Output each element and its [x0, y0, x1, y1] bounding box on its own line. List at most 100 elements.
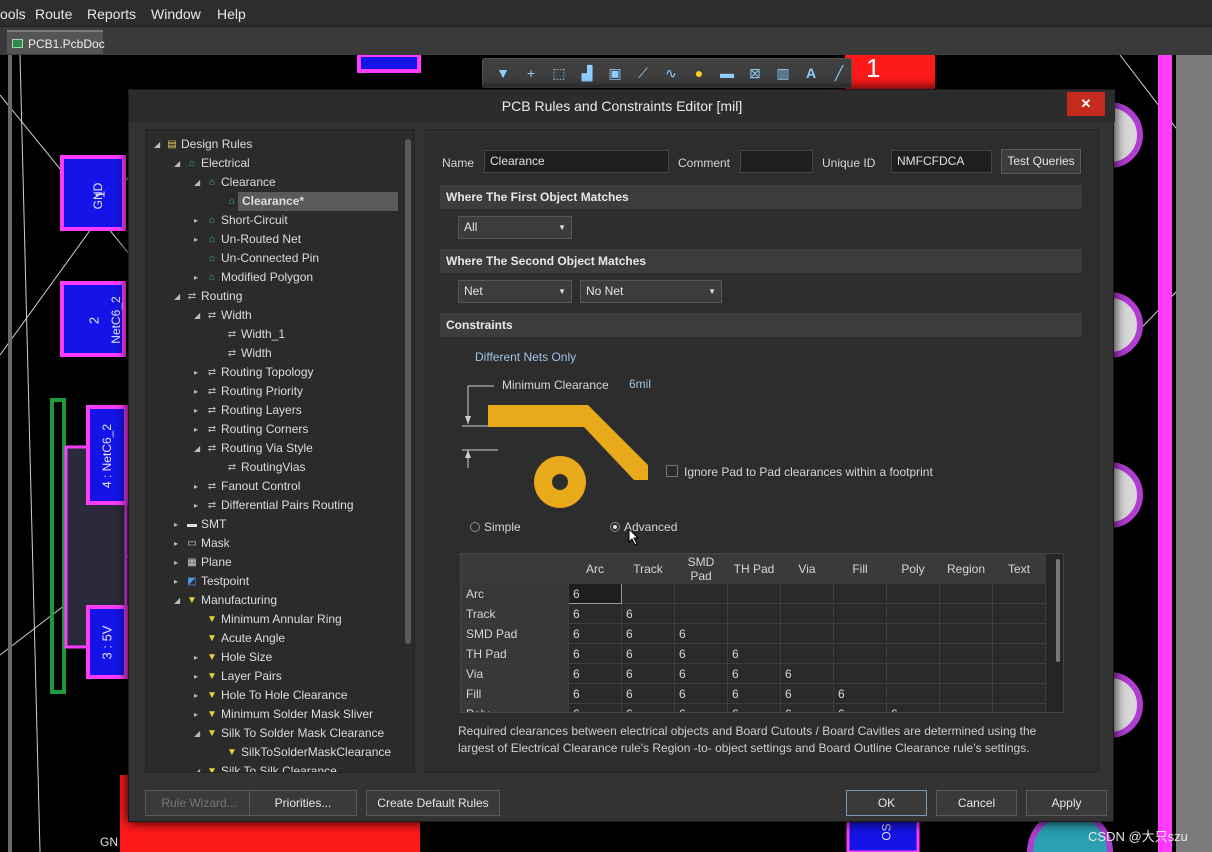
matrix-cell[interactable]	[939, 643, 993, 664]
matrix-cell[interactable]	[886, 643, 940, 664]
unique-id-field[interactable]: NMFCFDCA	[891, 150, 992, 173]
ignore-pad-checkbox[interactable]	[666, 465, 678, 477]
create-default-rules-button[interactable]: Create Default Rules	[366, 790, 500, 816]
net-scope-link[interactable]: Different Nets Only	[475, 350, 576, 364]
tree-item[interactable]: ▼ Minimum Annular Ring	[146, 610, 404, 629]
collapse-arrow-icon[interactable]: ▸	[194, 648, 198, 667]
tree-item[interactable]: ◢ ▼ Silk To Silk Clearance	[146, 762, 404, 772]
tree-item[interactable]: ◢ ⌂ Electrical	[146, 154, 404, 173]
matrix-cell[interactable]: 6	[621, 643, 675, 664]
expand-arrow-icon[interactable]: ◢	[194, 724, 200, 743]
select-rect-icon[interactable]: ⬚	[547, 62, 571, 84]
expand-arrow-icon[interactable]: ◢	[174, 591, 180, 610]
matrix-cell[interactable]: 6	[674, 643, 728, 664]
pcb-pad-1[interactable]: 1 GND	[60, 155, 126, 231]
matrix-cell[interactable]: 6	[568, 583, 622, 604]
tree-item[interactable]: ▸ ▦ Plane	[146, 553, 404, 572]
graph-icon[interactable]: ▥	[771, 62, 795, 84]
matrix-cell[interactable]: 6	[621, 683, 675, 704]
test-queries-button[interactable]: Test Queries	[1001, 149, 1081, 174]
matrix-cell[interactable]	[833, 643, 887, 664]
chip-icon[interactable]: ▣	[603, 62, 627, 84]
matrix-cell[interactable]	[939, 583, 993, 604]
matrix-cell[interactable]	[621, 583, 675, 604]
matrix-cell[interactable]	[992, 683, 1046, 704]
comment-field[interactable]	[740, 150, 813, 173]
collapse-arrow-icon[interactable]: ▸	[194, 211, 198, 230]
menu-window[interactable]: Window	[151, 6, 201, 22]
menu-help[interactable]: Help	[217, 6, 246, 22]
name-field[interactable]: Clearance	[484, 150, 669, 173]
tree-item[interactable]: ◢ ▼ Manufacturing	[146, 591, 404, 610]
matrix-cell[interactable]	[992, 623, 1046, 644]
collapse-arrow-icon[interactable]: ▸	[174, 572, 178, 591]
matrix-cell[interactable]	[780, 603, 834, 624]
expand-arrow-icon[interactable]: ◢	[194, 762, 200, 772]
matrix-cell[interactable]: 6	[568, 663, 622, 684]
expand-arrow-icon[interactable]: ◢	[174, 154, 180, 173]
tree-item[interactable]: ▼ SilkToSolderMaskClearance	[146, 743, 404, 762]
tree-item[interactable]: ▸ ▼ Hole Size	[146, 648, 404, 667]
collapse-arrow-icon[interactable]: ▸	[194, 363, 198, 382]
matrix-cell[interactable]	[886, 683, 940, 704]
tree-item[interactable]: ◢ ▼ Silk To Solder Mask Clearance	[146, 724, 404, 743]
tree-item[interactable]: ◢ ▤ Design Rules	[146, 135, 404, 154]
tree-item[interactable]: ⇄ Width	[146, 344, 404, 363]
expand-arrow-icon[interactable]: ◢	[194, 306, 200, 325]
matrix-cell[interactable]: 6	[568, 683, 622, 704]
tree-item[interactable]: ▸ ⌂ Un-Routed Net	[146, 230, 404, 249]
apply-button[interactable]: Apply	[1026, 790, 1107, 816]
matrix-cell[interactable]: 6	[621, 603, 675, 624]
tree-item[interactable]: ⌂ Un-Connected Pin	[146, 249, 404, 268]
collapse-arrow-icon[interactable]: ▸	[194, 477, 198, 496]
tree-item[interactable]: ▸ ⌂ Modified Polygon	[146, 268, 404, 287]
second-object-type-combo[interactable]: Net ▼	[458, 280, 572, 303]
collapse-arrow-icon[interactable]: ▸	[174, 534, 178, 553]
matrix-cell[interactable]: 6	[833, 683, 887, 704]
matrix-cell[interactable]	[992, 643, 1046, 664]
matrix-cell[interactable]: 6	[568, 643, 622, 664]
matrix-cell[interactable]	[886, 623, 940, 644]
close-button[interactable]: ✕	[1067, 92, 1105, 116]
matrix-cell[interactable]	[674, 603, 728, 624]
cancel-button[interactable]: Cancel	[936, 790, 1017, 816]
first-object-combo[interactable]: All ▼	[458, 216, 572, 239]
matrix-cell[interactable]: 6	[674, 663, 728, 684]
clearance-matrix[interactable]: Arc Track SMD Pad TH Pad Via Fill Poly Region Te…	[460, 553, 1064, 713]
matrix-cell[interactable]	[939, 663, 993, 684]
tree-item[interactable]: ▸ ▭ Mask	[146, 534, 404, 553]
collapse-arrow-icon[interactable]: ▸	[194, 230, 198, 249]
collapse-arrow-icon[interactable]: ▸	[194, 686, 198, 705]
matrix-scrollbar[interactable]	[1056, 559, 1060, 662]
matrix-cell[interactable]: 6	[568, 703, 622, 712]
collapse-arrow-icon[interactable]: ▸	[194, 667, 198, 686]
tree-item[interactable]: ▼ Acute Angle	[146, 629, 404, 648]
tree-item[interactable]: ▸ ▬ SMT	[146, 515, 404, 534]
expand-arrow-icon[interactable]: ◢	[194, 173, 200, 192]
matrix-cell[interactable]	[727, 603, 781, 624]
simple-radio[interactable]	[470, 522, 480, 532]
advanced-radio[interactable]	[610, 522, 620, 532]
matrix-cell[interactable]: 6	[727, 663, 781, 684]
menu-route[interactable]: Route	[35, 6, 72, 22]
expand-arrow-icon[interactable]: ◢	[174, 287, 180, 306]
matrix-cell[interactable]	[992, 603, 1046, 624]
matrix-cell[interactable]: 6	[833, 703, 887, 712]
matrix-cell[interactable]: 6	[621, 703, 675, 712]
collapse-arrow-icon[interactable]: ▸	[194, 496, 198, 515]
tree-item[interactable]: ▸ ▼ Layer Pairs	[146, 667, 404, 686]
matrix-cell[interactable]: 6	[727, 683, 781, 704]
matrix-cell[interactable]	[939, 703, 993, 712]
document-tab-pcb1[interactable]: PCB1.PcbDoc	[7, 30, 105, 54]
collapse-arrow-icon[interactable]: ▸	[194, 705, 198, 724]
tree-item[interactable]: ◢ ⇄ Routing	[146, 287, 404, 306]
expand-arrow-icon[interactable]: ◢	[194, 439, 200, 458]
matrix-cell[interactable]	[939, 603, 993, 624]
tree-item[interactable]: ▸ ▼ Minimum Solder Mask Sliver	[146, 705, 404, 724]
expand-arrow-icon[interactable]: ◢	[154, 135, 160, 154]
pin-icon[interactable]: ●	[687, 62, 711, 84]
matrix-cell[interactable]	[992, 703, 1046, 712]
matrix-cell[interactable]	[992, 663, 1046, 684]
collapse-arrow-icon[interactable]: ▸	[194, 382, 198, 401]
tree-item[interactable]: ▸ ⇄ Routing Topology	[146, 363, 404, 382]
